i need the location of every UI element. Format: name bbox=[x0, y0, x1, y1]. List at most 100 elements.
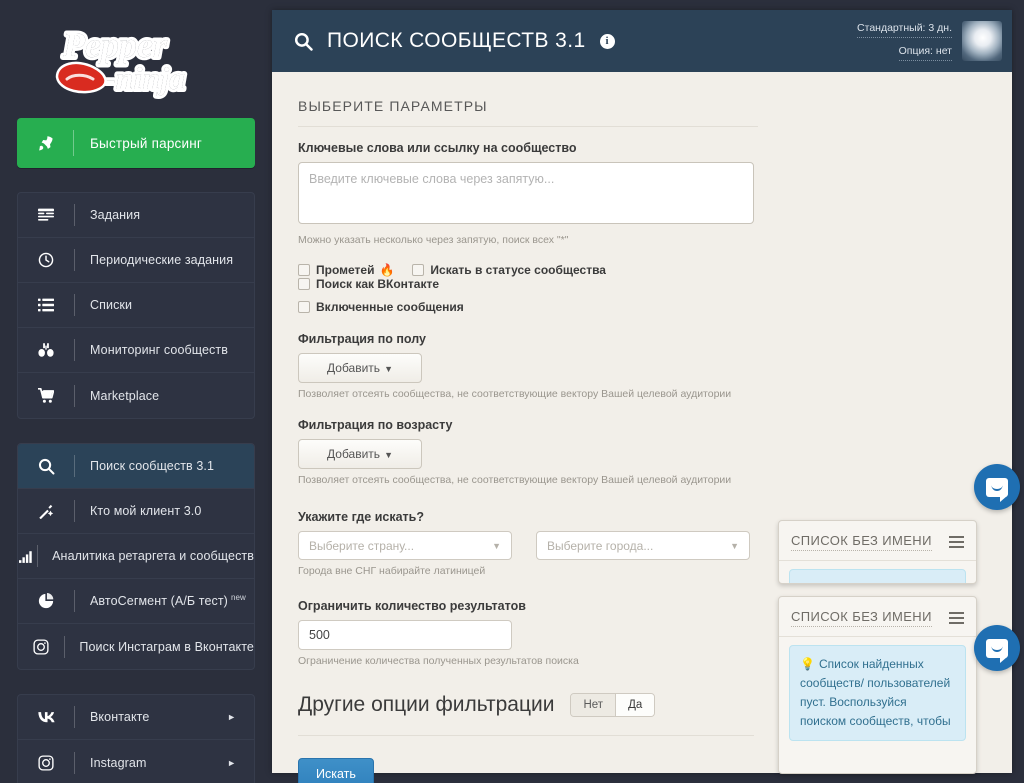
flame-icon: 🔥 bbox=[379, 263, 395, 277]
rocket-icon bbox=[17, 135, 73, 152]
list-card[interactable]: СПИСОК БЕЗ ИМЕНИ 💡 Список найденных сообщ… bbox=[778, 596, 977, 774]
checkbox-enabled-messages[interactable]: Включенные сообщения bbox=[298, 300, 464, 314]
binoculars-icon bbox=[18, 342, 74, 358]
list-card-body bbox=[779, 560, 976, 583]
chevron-down-icon: ▼ bbox=[384, 450, 393, 460]
pepper-ninja-logo-icon: Pepper Pepper -ninja -ninja bbox=[41, 17, 231, 105]
search-icon bbox=[18, 458, 74, 475]
sidebar-item-who-is-my-client[interactable]: Кто мой клиент 3.0 bbox=[18, 489, 254, 534]
avatar[interactable] bbox=[962, 21, 1002, 61]
checkbox-label: Поиск как ВКонтакте bbox=[316, 277, 440, 291]
list-card-body: 💡 Список найденных сообществ/ пользовател… bbox=[779, 636, 976, 741]
other-options-row: Другие опции фильтрации Нет Да bbox=[298, 693, 754, 736]
checkbox-row-2: Включенные сообщения bbox=[298, 300, 758, 314]
header-account-area: Стандартный: 3 дн. Опция: нет bbox=[857, 10, 1002, 72]
quick-parsing-label: Быстрый парсинг bbox=[90, 135, 202, 151]
info-icon[interactable]: i bbox=[599, 33, 615, 49]
city-select[interactable]: Выберите города... ▼ bbox=[536, 531, 750, 560]
geo-group: Укажите где искать? Выберите страну... ▼… bbox=[298, 510, 758, 577]
search-form: ВЫБЕРИТЕ ПАРАМЕТРЫ Ключевые слова или сс… bbox=[298, 98, 758, 783]
age-filter-group: Фильтрация по возрасту Добавить ▼ Позволя… bbox=[298, 418, 758, 486]
sidebar-item-label: Instagram bbox=[90, 755, 147, 770]
gender-add-button[interactable]: Добавить ▼ bbox=[298, 353, 422, 383]
brand-logo[interactable]: Pepper Pepper -ninja -ninja bbox=[0, 0, 272, 118]
country-placeholder: Выберите страну... bbox=[309, 538, 415, 553]
svg-text:Pepper: Pepper bbox=[62, 25, 168, 65]
gender-filter-group: Фильтрация по полу Добавить ▼ Позволяет о… bbox=[298, 332, 758, 400]
country-select[interactable]: Выберите страну... ▼ bbox=[298, 531, 512, 560]
sidebar-item-label: Аналитика ретаргета и сообществ bbox=[52, 549, 254, 563]
bulb-icon: 💡 bbox=[800, 657, 815, 671]
plan-status[interactable]: Стандартный: 3 дн. bbox=[857, 20, 952, 38]
sidebar-item-community-monitoring[interactable]: Мониторинг сообществ bbox=[18, 328, 254, 373]
page-title: ПОИСК СООБЩЕСТВ 3.1 bbox=[327, 29, 586, 52]
checkbox-box[interactable] bbox=[412, 264, 425, 276]
keywords-input[interactable] bbox=[298, 162, 754, 224]
sidebar-item-vkontakte[interactable]: Вконтакте ► bbox=[18, 695, 254, 740]
limit-label: Ограничить количество результатов bbox=[298, 599, 526, 613]
checkbox-search-in-status[interactable]: Искать в статусе сообщества bbox=[412, 263, 606, 277]
sidebar-item-label: Списки bbox=[90, 298, 133, 312]
hamburger-icon[interactable] bbox=[949, 612, 964, 624]
svg-text:-ninja: -ninja bbox=[105, 60, 185, 96]
sidebar-item-instagram-search-vk[interactable]: Поиск Инстаграм в Вконтакте bbox=[18, 624, 254, 669]
list-card-title: СПИСОК БЕЗ ИМЕНИ bbox=[791, 533, 932, 551]
age-add-button[interactable]: Добавить ▼ bbox=[298, 439, 422, 469]
geo-label: Укажите где искать? bbox=[298, 510, 424, 524]
checkbox-label: Искать в статусе сообщества bbox=[430, 263, 606, 277]
sidebar-item-instagram[interactable]: Instagram ► bbox=[18, 740, 254, 783]
list-card-header: СПИСОК БЕЗ ИМЕНИ bbox=[779, 521, 976, 560]
list-card[interactable]: СПИСОК БЕЗ ИМЕНИ bbox=[778, 520, 977, 584]
chat-widget-button[interactable] bbox=[974, 625, 1020, 671]
hamburger-icon[interactable] bbox=[949, 536, 964, 548]
form-section-title: ВЫБЕРИТЕ ПАРАМЕТРЫ bbox=[298, 98, 758, 127]
list-card-header: СПИСОК БЕЗ ИМЕНИ bbox=[779, 597, 976, 636]
sidebar-item-lists[interactable]: Списки bbox=[18, 283, 254, 328]
other-options-toggle[interactable]: Нет Да bbox=[570, 693, 656, 717]
pie-chart-icon bbox=[18, 593, 74, 609]
vk-icon bbox=[18, 711, 74, 723]
checkbox-box[interactable] bbox=[298, 301, 310, 313]
checkbox-box[interactable] bbox=[298, 278, 310, 290]
quick-parsing-button[interactable]: Быстрый парсинг bbox=[17, 118, 255, 168]
option-status[interactable]: Опция: нет bbox=[898, 43, 952, 61]
sidebar-item-periodic-tasks[interactable]: Периодические задания bbox=[18, 238, 254, 283]
checkbox-row-1: Прометей 🔥 Искать в статусе сообщества П… bbox=[298, 263, 758, 291]
checkbox-box[interactable] bbox=[298, 264, 310, 276]
sidebar-item-label: Задания bbox=[90, 208, 141, 222]
sidebar-item-label: Вконтакте bbox=[90, 710, 150, 724]
toggle-yes[interactable]: Да bbox=[616, 694, 655, 716]
sidebar-item-label: Поиск сообществ 3.1 bbox=[90, 459, 215, 473]
sidebar-item-marketplace[interactable]: Marketplace bbox=[18, 373, 254, 418]
sidebar-item-label: Поиск Инстаграм в Вконтакте bbox=[79, 639, 254, 654]
checkbox-label: Прометей bbox=[316, 263, 375, 277]
search-button[interactable]: Искать bbox=[298, 758, 374, 783]
age-filter-label: Фильтрация по возрасту bbox=[298, 418, 453, 432]
gender-filter-hint: Позволяет отсеять сообщества, не соответ… bbox=[298, 388, 732, 400]
page-header: ПОИСК СООБЩЕСТВ 3.1 i Стандартный: 3 дн.… bbox=[272, 10, 1012, 72]
sidebar-item-community-search[interactable]: Поиск сообществ 3.1 bbox=[18, 444, 254, 489]
age-filter-hint: Позволяет отсеять сообщества, не соответ… bbox=[298, 474, 732, 486]
chat-widget-button[interactable] bbox=[974, 464, 1020, 510]
sidebar-item-retarget-analytics[interactable]: Аналитика ретаргета и сообществ bbox=[18, 534, 254, 579]
magic-wand-icon bbox=[18, 503, 74, 519]
list-empty-notice: 💡 Список найденных сообществ/ пользовател… bbox=[789, 645, 966, 741]
checkbox-label: Включенные сообщения bbox=[316, 300, 464, 314]
sidebar-item-autosegment[interactable]: АвтоСегмент (А/Б тест) new bbox=[18, 579, 254, 624]
chevron-down-icon: ▼ bbox=[730, 540, 739, 551]
cart-icon bbox=[18, 387, 74, 404]
clock-icon bbox=[18, 252, 74, 268]
checkbox-prometheus[interactable]: Прометей 🔥 bbox=[298, 263, 394, 277]
sidebar-item-tasks[interactable]: Задания bbox=[18, 193, 254, 238]
geo-selects: Выберите страну... ▼ Выберите города... … bbox=[298, 531, 758, 560]
checkbox-search-like-vk[interactable]: Поиск как ВКонтакте bbox=[298, 277, 439, 291]
instagram-icon bbox=[18, 754, 74, 771]
chevron-right-icon: ► bbox=[227, 712, 236, 722]
app-root: Pepper Pepper -ninja -ninja Быстрый парс… bbox=[0, 0, 1024, 783]
chevron-down-icon: ▼ bbox=[492, 540, 501, 551]
bar-chart-icon bbox=[18, 549, 37, 564]
checkbox-group: Прометей 🔥 Искать в статусе сообщества П… bbox=[298, 263, 758, 314]
limit-input[interactable] bbox=[298, 620, 512, 650]
tasks-icon bbox=[18, 208, 74, 222]
toggle-no[interactable]: Нет bbox=[571, 694, 617, 716]
